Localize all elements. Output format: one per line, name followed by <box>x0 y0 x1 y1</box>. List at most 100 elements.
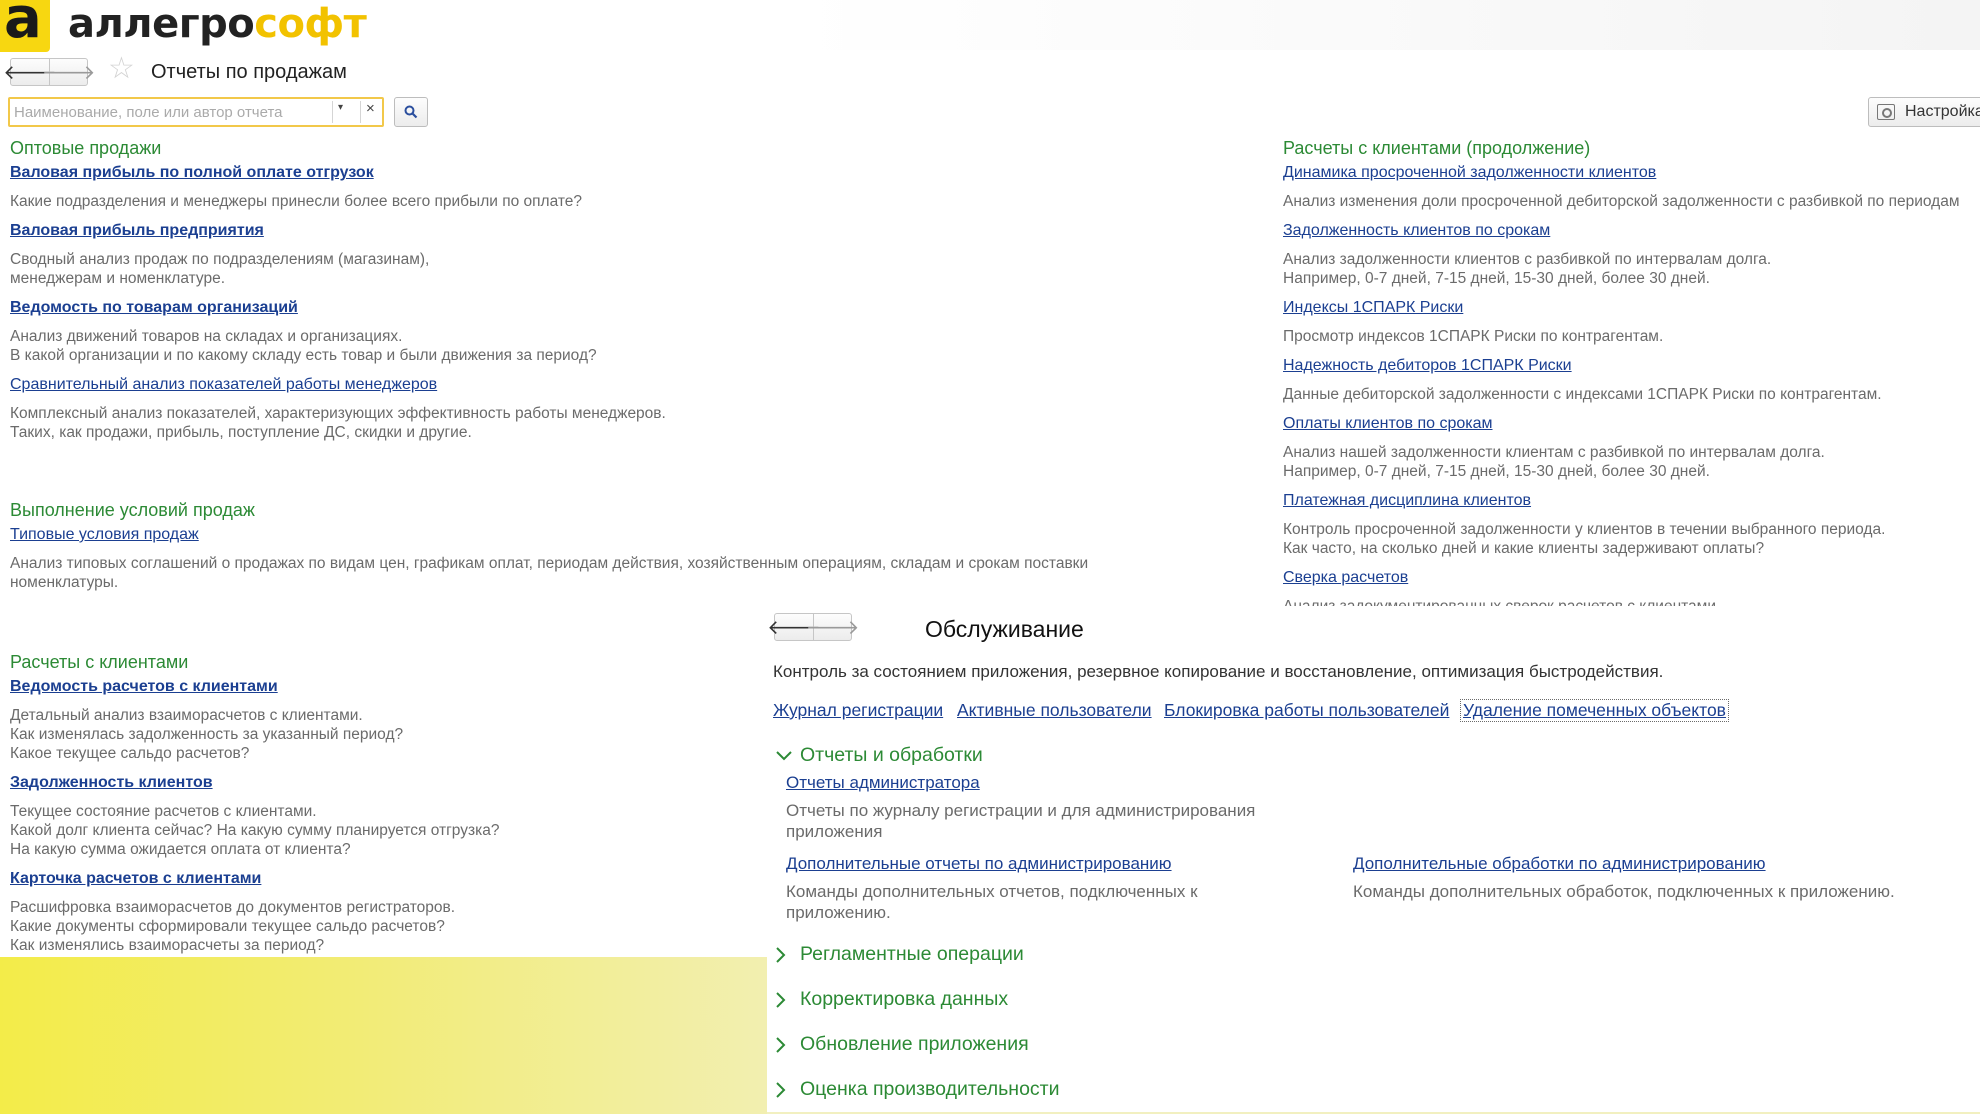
service-forward-button[interactable]: 🡒 <box>806 614 859 640</box>
group-performance-evaluation[interactable]: Оценка производительности <box>776 1078 1060 1101</box>
report-description: Анализ задокументированных сверок расчет… <box>1283 597 1716 606</box>
arrow-right-icon: 🡒 <box>805 615 860 639</box>
divider <box>332 101 333 123</box>
report-link[interactable]: Оплаты клиентов по срокам <box>1283 415 1493 433</box>
service-title: Обслуживание <box>925 616 1084 642</box>
logo-text: аллегрософт <box>68 1 367 47</box>
link-active-users[interactable]: Активные пользователи <box>957 700 1152 721</box>
report-description: Как изменялась задолженность за указанны… <box>10 726 404 743</box>
report-description: Какие подразделения и менеджеры принесли… <box>10 193 583 210</box>
report-description: Таких, как продажи, прибыль, поступление… <box>10 424 472 441</box>
report-link[interactable]: Валовая прибыль предприятия <box>10 222 264 240</box>
chevron-right-icon <box>776 1036 800 1053</box>
report-description: Просмотр индексов 1СПАРК Риски по контра… <box>1283 328 1664 345</box>
report-description: В какой организации и по какому складу е… <box>10 347 597 364</box>
section-heading-clients-continued: Расчеты с клиентами (продолжение) <box>1283 138 1591 158</box>
report-description: Данные дебиторской задолженности с индек… <box>1283 386 1882 403</box>
report-link[interactable]: Ведомость по товарам организаций <box>10 299 298 317</box>
report-description: приложения <box>786 822 883 841</box>
report-description: Сводный анализ продаж по подразделениям … <box>10 251 430 268</box>
logo-strip: а аллегрософт <box>0 0 1980 52</box>
dropdown-arrow-icon[interactable]: ▾ <box>338 102 343 113</box>
forward-button[interactable]: 🡒 <box>42 59 95 85</box>
clear-icon[interactable]: × <box>366 100 375 117</box>
section-heading-clients: Расчеты с клиентами <box>10 652 189 672</box>
group-scheduled-operations[interactable]: Регламентные операции <box>776 943 1024 966</box>
service-description: Контроль за состоянием приложения, резер… <box>773 662 1664 681</box>
report-link[interactable]: Типовые условия продаж <box>10 526 199 544</box>
search-button[interactable] <box>394 97 428 127</box>
report-description: Какой долг клиента сейчас? На какую сумм… <box>10 822 500 839</box>
favorite-star-icon[interactable]: ☆ <box>108 54 135 84</box>
report-description: Контроль просроченной задолженности у кл… <box>1283 521 1886 538</box>
report-link[interactable]: Задолженность клиентов <box>10 774 213 792</box>
clients-continued-column: Расчеты с клиентами (продолжение) Динами… <box>1282 130 1980 606</box>
group-label: Регламентные операции <box>800 943 1024 965</box>
section-heading-wholesale: Оптовые продажи <box>10 138 162 158</box>
group-label: Оценка производительности <box>800 1078 1060 1100</box>
search-input[interactable] <box>14 102 332 122</box>
page: а аллегрософт 🡐 🡒 ☆ Отчеты по продажам ▾… <box>0 0 1980 1114</box>
arrow-right-icon: 🡒 <box>41 60 96 84</box>
report-description: Текущее состояние расчетов с клиентами. <box>10 803 317 820</box>
report-description: приложению. <box>786 903 891 922</box>
settings-label: Настройка <box>1905 103 1980 120</box>
page-title: Отчеты по продажам <box>151 61 347 83</box>
report-description: Анализ типовых соглашений о продажах по … <box>10 555 1089 572</box>
report-description: Анализ задолженности клиентов с разбивко… <box>1283 251 1772 268</box>
brand-background <box>0 957 767 1114</box>
chevron-right-icon <box>776 946 800 963</box>
chevron-down-icon <box>776 750 800 761</box>
group-reports-and-processing[interactable]: Отчеты и обработки <box>776 744 983 767</box>
chevron-right-icon <box>776 1081 800 1098</box>
report-description: Команды дополнительных обработок, подклю… <box>1353 882 1895 901</box>
group-label: Отчеты и обработки <box>800 744 983 766</box>
report-link[interactable]: Сверка расчетов <box>1283 569 1408 587</box>
report-description: Комплексный анализ показателей, характер… <box>10 405 666 422</box>
report-link[interactable]: Дополнительные отчеты по администрирован… <box>786 854 1172 874</box>
chevron-right-icon <box>776 991 800 1008</box>
report-link[interactable]: Динамика просроченной задолженности клие… <box>1283 164 1656 182</box>
report-description: Команды дополнительных отчетов, подключе… <box>786 882 1198 901</box>
report-link[interactable]: Дополнительные обработки по администриро… <box>1353 854 1766 874</box>
report-link[interactable]: Валовая прибыль по полной оплате отгрузо… <box>10 164 374 182</box>
divider <box>360 101 361 123</box>
logo-text-yellow: софт <box>254 1 367 47</box>
group-data-correction[interactable]: Корректировка данных <box>776 988 1008 1011</box>
report-description: Какие документы сформировали текущее сал… <box>10 918 445 935</box>
report-description: Как изменялись взаиморасчеты за период? <box>10 937 325 954</box>
report-description: Какое текущее сальдо расчетов? <box>10 745 250 762</box>
search-icon <box>404 105 418 119</box>
report-description: Анализ движений товаров на складах и орг… <box>10 328 403 345</box>
report-description: На какую сумма ожидается оплата от клиен… <box>10 841 351 858</box>
group-app-update[interactable]: Обновление приложения <box>776 1033 1029 1056</box>
report-link[interactable]: Сравнительный анализ показателей работы … <box>10 376 437 394</box>
service-history-nav: 🡐 🡒 <box>767 613 859 641</box>
report-link[interactable]: Отчеты администратора <box>786 773 980 793</box>
link-event-log[interactable]: Журнал регистрации <box>773 700 943 721</box>
logo-text-dark: аллегро <box>68 1 255 47</box>
report-description: Как часто, на сколько дней и какие клиен… <box>1283 540 1765 557</box>
group-label: Корректировка данных <box>800 988 1009 1010</box>
section-heading-conditions: Выполнение условий продаж <box>10 500 255 520</box>
logo-icon: а <box>0 0 50 52</box>
report-description: менеджерам и номенклатуре. <box>10 270 226 287</box>
search-field: ▾ × <box>8 97 384 127</box>
report-link[interactable]: Платежная дисциплина клиентов <box>1283 492 1531 510</box>
settings-icon <box>1877 104 1895 120</box>
report-description: Отчеты по журналу регистрации и для адми… <box>786 801 1256 820</box>
report-link[interactable]: Ведомость расчетов с клиентами <box>10 678 278 696</box>
link-delete-marked[interactable]: Удаление помеченных объектов <box>1460 699 1729 722</box>
report-description: Анализ изменения доли просроченной дебит… <box>1283 193 1960 210</box>
report-link[interactable]: Надежность дебиторов 1СПАРК Риски <box>1283 357 1572 375</box>
report-description: номенклатуры. <box>10 574 119 591</box>
report-description: Анализ нашей задолженности клиентам с ра… <box>1283 444 1825 461</box>
report-link[interactable]: Задолженность клиентов по срокам <box>1283 222 1550 240</box>
history-nav: 🡐 🡒 <box>3 58 95 86</box>
report-link[interactable]: Карточка расчетов с клиентами <box>10 870 261 888</box>
report-link[interactable]: Индексы 1СПАРК Риски <box>1283 299 1463 317</box>
link-user-lock[interactable]: Блокировка работы пользователей <box>1164 700 1449 721</box>
report-description: Например, 0-7 дней, 7-15 дней, 15-30 дне… <box>1283 270 1710 287</box>
report-description: Например, 0-7 дней, 7-15 дней, 15-30 дне… <box>1283 463 1710 480</box>
settings-button[interactable]: Настройка <box>1868 97 1980 127</box>
